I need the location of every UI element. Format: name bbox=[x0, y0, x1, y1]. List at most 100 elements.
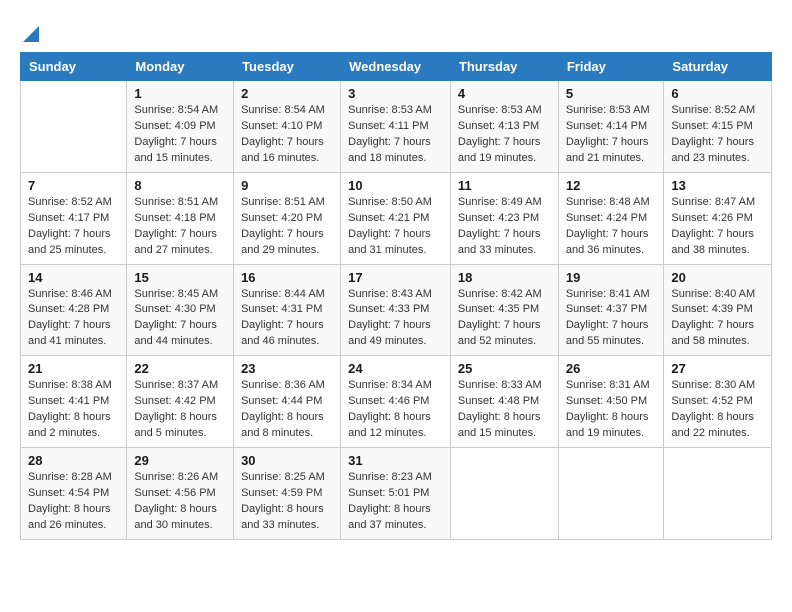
day-info: Sunrise: 8:25 AMSunset: 4:59 PMDaylight:… bbox=[241, 470, 333, 534]
calendar-cell: 29 Sunrise: 8:26 AMSunset: 4:56 PMDayligh… bbox=[127, 448, 234, 540]
calendar-week-row: 7Sunrise: 8:52 AMSunset: 4:17 PMDaylight… bbox=[21, 172, 772, 264]
daylight-text: Daylight: 8 hours and 8 minutes. bbox=[241, 410, 333, 442]
sunset-text: Sunset: 4:23 PM bbox=[458, 211, 551, 227]
sunset-text: Sunset: 4:56 PM bbox=[134, 486, 226, 502]
calendar-cell: 30Sunrise: 8:25 AMSunset: 4:59 PMDayligh… bbox=[234, 448, 341, 540]
day-number: 26 bbox=[566, 361, 657, 376]
calendar-cell: 3Sunrise: 8:53 AMSunset: 4:11 PMDaylight… bbox=[341, 81, 451, 173]
day-number: 12 bbox=[566, 178, 657, 193]
daylight-text: Daylight: 7 hours and 27 minutes. bbox=[134, 227, 226, 259]
sunrise-text: Sunrise: 8:49 AM bbox=[458, 195, 551, 211]
daylight-text: Daylight: 7 hours and 58 minutes. bbox=[671, 318, 764, 350]
day-info: Sunrise: 8:41 AMSunset: 4:37 PMDaylight:… bbox=[566, 287, 657, 351]
sunrise-text: Sunrise: 8:25 AM bbox=[241, 470, 333, 486]
sunrise-text: Sunrise: 8:40 AM bbox=[671, 287, 764, 303]
day-number: 23 bbox=[241, 361, 333, 376]
daylight-text: Daylight: 8 hours and 12 minutes. bbox=[348, 410, 443, 442]
day-info: Sunrise: 8:54 AMSunset: 4:09 PMDaylight:… bbox=[134, 103, 226, 167]
day-number: 9 bbox=[241, 178, 333, 193]
sunrise-text: Sunrise: 8:53 AM bbox=[348, 103, 443, 119]
day-info: Sunrise: 8:23 AMSunset: 5:01 PMDaylight:… bbox=[348, 470, 443, 534]
calendar-cell: 27Sunrise: 8:30 AMSunset: 4:52 PMDayligh… bbox=[664, 356, 772, 448]
calendar-cell: 7 Sunrise: 8:52 AMSunset: 4:17 PMDaylight… bbox=[21, 172, 127, 264]
calendar-cell bbox=[558, 448, 664, 540]
sunrise-text: Sunrise: 8:38 AM bbox=[28, 378, 119, 394]
sunrise-text: Sunrise: 8:36 AM bbox=[241, 378, 333, 394]
calendar-cell: 1 Sunrise: 8:54 AMSunset: 4:09 PMDaylight… bbox=[127, 81, 234, 173]
calendar-cell: 16Sunrise: 8:44 AMSunset: 4:31 PMDayligh… bbox=[234, 264, 341, 356]
calendar-cell: 5Sunrise: 8:53 AMSunset: 4:14 PMDaylight… bbox=[558, 81, 664, 173]
calendar-week-row: 21Sunrise: 8:38 AMSunset: 4:41 PMDayligh… bbox=[21, 356, 772, 448]
day-number: 8 bbox=[134, 178, 226, 193]
day-info: Sunrise: 8:48 AMSunset: 4:24 PMDaylight:… bbox=[566, 195, 657, 259]
calendar-cell bbox=[664, 448, 772, 540]
sunset-text: Sunset: 4:37 PM bbox=[566, 302, 657, 318]
daylight-text: Daylight: 7 hours and 46 minutes. bbox=[241, 318, 333, 350]
day-info: Sunrise: 8:26 AMSunset: 4:56 PMDaylight:… bbox=[134, 470, 226, 534]
daylight-text: Daylight: 7 hours and 15 minutes. bbox=[134, 135, 226, 167]
sunset-text: Sunset: 4:48 PM bbox=[458, 394, 551, 410]
day-info: Sunrise: 8:37 AMSunset: 4:42 PMDaylight:… bbox=[134, 378, 226, 442]
day-number: 29 bbox=[134, 453, 226, 468]
daylight-text: Daylight: 7 hours and 23 minutes. bbox=[671, 135, 764, 167]
day-number: 3 bbox=[348, 86, 443, 101]
day-number: 17 bbox=[348, 270, 443, 285]
sunset-text: Sunset: 4:33 PM bbox=[348, 302, 443, 318]
sunrise-text: Sunrise: 8:41 AM bbox=[566, 287, 657, 303]
sunrise-text: Sunrise: 8:52 AM bbox=[671, 103, 764, 119]
sunset-text: Sunset: 4:17 PM bbox=[28, 211, 119, 227]
calendar-cell: 13Sunrise: 8:47 AMSunset: 4:26 PMDayligh… bbox=[664, 172, 772, 264]
calendar-cell: 15Sunrise: 8:45 AMSunset: 4:30 PMDayligh… bbox=[127, 264, 234, 356]
daylight-text: Daylight: 7 hours and 31 minutes. bbox=[348, 227, 443, 259]
day-number: 21 bbox=[28, 361, 119, 376]
sunset-text: Sunset: 5:01 PM bbox=[348, 486, 443, 502]
sunrise-text: Sunrise: 8:53 AM bbox=[458, 103, 551, 119]
sunset-text: Sunset: 4:42 PM bbox=[134, 394, 226, 410]
sunrise-text: Sunrise: 8:42 AM bbox=[458, 287, 551, 303]
day-info: Sunrise: 8:33 AMSunset: 4:48 PMDaylight:… bbox=[458, 378, 551, 442]
calendar-cell: 4Sunrise: 8:53 AMSunset: 4:13 PMDaylight… bbox=[450, 81, 558, 173]
sunrise-text: Sunrise: 8:37 AM bbox=[134, 378, 226, 394]
daylight-text: Daylight: 8 hours and 30 minutes. bbox=[134, 502, 226, 534]
sunset-text: Sunset: 4:31 PM bbox=[241, 302, 333, 318]
sunset-text: Sunset: 4:13 PM bbox=[458, 119, 551, 135]
daylight-text: Daylight: 8 hours and 5 minutes. bbox=[134, 410, 226, 442]
day-info: Sunrise: 8:42 AMSunset: 4:35 PMDaylight:… bbox=[458, 287, 551, 351]
daylight-text: Daylight: 7 hours and 36 minutes. bbox=[566, 227, 657, 259]
daylight-text: Daylight: 7 hours and 19 minutes. bbox=[458, 135, 551, 167]
day-number: 7 bbox=[28, 178, 119, 193]
calendar-week-row: 1 Sunrise: 8:54 AMSunset: 4:09 PMDaylight… bbox=[21, 81, 772, 173]
sunset-text: Sunset: 4:59 PM bbox=[241, 486, 333, 502]
sunrise-text: Sunrise: 8:51 AM bbox=[241, 195, 333, 211]
sunset-text: Sunset: 4:28 PM bbox=[28, 302, 119, 318]
sunset-text: Sunset: 4:52 PM bbox=[671, 394, 764, 410]
sunrise-text: Sunrise: 8:50 AM bbox=[348, 195, 443, 211]
calendar-week-row: 28Sunrise: 8:28 AMSunset: 4:54 PMDayligh… bbox=[21, 448, 772, 540]
daylight-text: Daylight: 8 hours and 19 minutes. bbox=[566, 410, 657, 442]
day-info: Sunrise: 8:53 AMSunset: 4:14 PMDaylight:… bbox=[566, 103, 657, 167]
calendar-cell: 31 Sunrise: 8:23 AMSunset: 5:01 PMDayligh… bbox=[341, 448, 451, 540]
calendar-cell: 19Sunrise: 8:41 AMSunset: 4:37 PMDayligh… bbox=[558, 264, 664, 356]
calendar-cell: 20Sunrise: 8:40 AMSunset: 4:39 PMDayligh… bbox=[664, 264, 772, 356]
sunrise-text: Sunrise: 8:54 AM bbox=[241, 103, 333, 119]
day-info: Sunrise: 8:49 AMSunset: 4:23 PMDaylight:… bbox=[458, 195, 551, 259]
calendar-cell: 6Sunrise: 8:52 AMSunset: 4:15 PMDaylight… bbox=[664, 81, 772, 173]
sunrise-text: Sunrise: 8:48 AM bbox=[566, 195, 657, 211]
day-info: Sunrise: 8:44 AMSunset: 4:31 PMDaylight:… bbox=[241, 287, 333, 351]
day-info: Sunrise: 8:31 AMSunset: 4:50 PMDaylight:… bbox=[566, 378, 657, 442]
sunset-text: Sunset: 4:11 PM bbox=[348, 119, 443, 135]
day-number: 6 bbox=[671, 86, 764, 101]
day-number: 31 bbox=[348, 453, 443, 468]
day-number: 1 bbox=[134, 86, 226, 101]
daylight-text: Daylight: 7 hours and 25 minutes. bbox=[28, 227, 119, 259]
calendar-cell: 17 Sunrise: 8:43 AMSunset: 4:33 PMDayligh… bbox=[341, 264, 451, 356]
sunrise-text: Sunrise: 8:52 AM bbox=[28, 195, 119, 211]
daylight-text: Daylight: 7 hours and 49 minutes. bbox=[348, 318, 443, 350]
sunset-text: Sunset: 4:46 PM bbox=[348, 394, 443, 410]
sunrise-text: Sunrise: 8:31 AM bbox=[566, 378, 657, 394]
day-info: Sunrise: 8:34 AMSunset: 4:46 PMDaylight:… bbox=[348, 378, 443, 442]
sunset-text: Sunset: 4:20 PM bbox=[241, 211, 333, 227]
calendar-cell: 12 Sunrise: 8:48 AMSunset: 4:24 PMDayligh… bbox=[558, 172, 664, 264]
calendar-cell: 14Sunrise: 8:46 AMSunset: 4:28 PMDayligh… bbox=[21, 264, 127, 356]
sunrise-text: Sunrise: 8:43 AM bbox=[348, 287, 443, 303]
